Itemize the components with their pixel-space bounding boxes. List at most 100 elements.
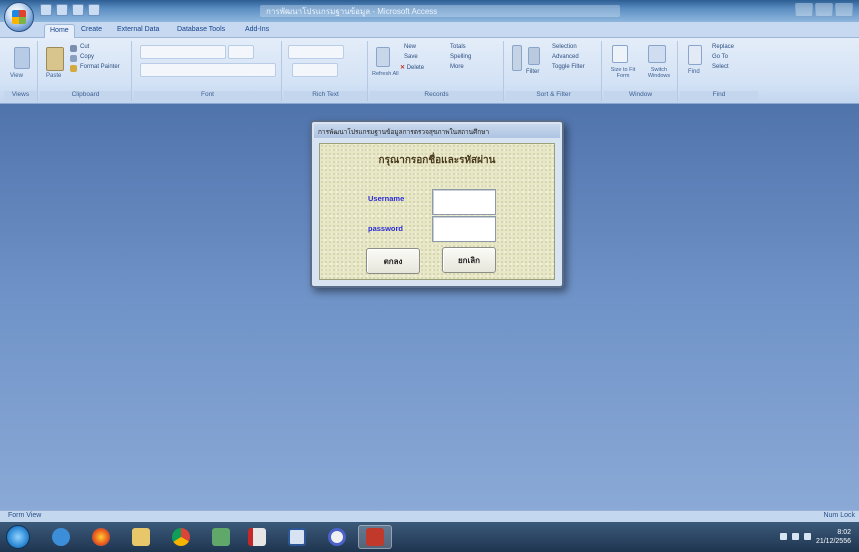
- pdf-icon: [248, 528, 266, 546]
- taskbar-ie[interactable]: [44, 525, 78, 549]
- spelling-button[interactable]: Spelling: [450, 54, 471, 60]
- taskbar-explorer[interactable]: [124, 525, 158, 549]
- group-label-window: Window: [604, 91, 677, 101]
- office-button[interactable]: [4, 2, 34, 32]
- delete-record-button[interactable]: ✕ Delete: [400, 64, 424, 71]
- login-dialog: การพัฒนาโปรแกรมฐานข้อมูลการตรวจสุขภาพในส…: [310, 120, 564, 288]
- view-icon[interactable]: [14, 47, 30, 69]
- filter-label[interactable]: Filter: [526, 69, 539, 75]
- close-button[interactable]: [835, 3, 853, 17]
- group-label-views: Views: [4, 91, 37, 101]
- taskbar-network[interactable]: [320, 525, 354, 549]
- more-button[interactable]: More: [450, 64, 464, 70]
- format-painter-label[interactable]: Format Painter: [80, 64, 120, 70]
- totals-button[interactable]: Totals: [450, 44, 466, 50]
- find-label[interactable]: Find: [688, 69, 700, 75]
- tab-external-data[interactable]: External Data: [112, 24, 164, 38]
- replace-button[interactable]: Replace: [712, 44, 734, 50]
- clock[interactable]: 8:02 21/12/2556: [816, 528, 851, 546]
- volume-icon[interactable]: [792, 533, 799, 540]
- minimize-button[interactable]: [795, 3, 813, 17]
- switch-windows-icon[interactable]: [648, 45, 666, 63]
- tab-create[interactable]: Create: [76, 24, 107, 38]
- size-to-fit-label[interactable]: Size to Fit Form: [606, 67, 640, 79]
- password-label: password: [368, 224, 404, 233]
- delete-label: Delete: [406, 65, 425, 71]
- sort-icon[interactable]: [512, 45, 522, 71]
- customize-qat-icon[interactable]: [88, 4, 100, 16]
- font-format-toolbar[interactable]: [140, 63, 276, 77]
- undo-icon[interactable]: [56, 4, 68, 16]
- dialog-title: การพัฒนาโปรแกรมฐานข้อมูลการตรวจสุขภาพในส…: [314, 124, 560, 138]
- tab-database-tools[interactable]: Database Tools: [172, 24, 230, 38]
- goto-button[interactable]: Go To: [712, 54, 728, 60]
- toggle-filter-button[interactable]: Toggle Filter: [552, 64, 585, 70]
- new-record-button[interactable]: New: [404, 44, 416, 50]
- clock-time: 8:02: [837, 529, 851, 536]
- group-clipboard: Paste Cut Copy Format Painter Clipboard: [40, 41, 132, 101]
- font-name-select[interactable]: [140, 45, 226, 59]
- taskbar-access[interactable]: [358, 525, 392, 549]
- redo-icon[interactable]: [72, 4, 84, 16]
- status-left: Form View: [8, 512, 42, 519]
- paragraph-toolbar[interactable]: [288, 45, 344, 59]
- taskbar-app-grid[interactable]: [204, 525, 238, 549]
- ok-button[interactable]: ตกลง: [366, 248, 420, 274]
- select-button[interactable]: Select: [712, 64, 729, 70]
- group-label-rich-text: Rich Text: [284, 91, 367, 101]
- window-title: การพัฒนาโปรแกรมฐานข้อมูล - Microsoft Acc…: [260, 5, 620, 17]
- username-field[interactable]: [432, 189, 496, 215]
- taskbar-word[interactable]: [280, 525, 314, 549]
- group-views: View Views: [4, 41, 38, 101]
- tab-home[interactable]: Home: [44, 24, 75, 38]
- refresh-all-label[interactable]: Refresh All: [372, 71, 399, 77]
- paste-label[interactable]: Paste: [46, 73, 61, 79]
- status-right: Num Lock: [823, 512, 855, 519]
- taskbar-chrome[interactable]: [164, 525, 198, 549]
- ok-button-label: ตกลง: [383, 256, 403, 266]
- paste-icon[interactable]: [46, 47, 64, 71]
- cancel-button-label: ยกเลิก: [457, 255, 480, 265]
- taskbar-firefox[interactable]: [84, 525, 118, 549]
- start-button[interactable]: [6, 525, 30, 549]
- find-icon[interactable]: [688, 45, 702, 65]
- group-label-clipboard: Clipboard: [40, 91, 131, 101]
- save-record-button[interactable]: Save: [404, 54, 418, 60]
- group-find: Find Replace Go To Select Find: [680, 41, 758, 101]
- group-label-find: Find: [680, 91, 758, 101]
- view-label[interactable]: View: [10, 73, 23, 79]
- tab-add-ins[interactable]: Add-Ins: [240, 24, 274, 38]
- font-size-select[interactable]: [228, 45, 254, 59]
- dialog-heading: กรุณากรอกชื่อและรหัสผ่าน: [378, 155, 496, 166]
- advanced-button[interactable]: Advanced: [552, 54, 579, 60]
- title-bar: การพัฒนาโปรแกรมฐานข้อมูล - Microsoft Acc…: [0, 0, 859, 32]
- size-to-fit-icon[interactable]: [612, 45, 628, 63]
- format-painter-icon[interactable]: [70, 65, 77, 72]
- filter-icon[interactable]: [528, 47, 540, 65]
- selection-button[interactable]: Selection: [552, 44, 577, 50]
- group-rich-text: Rich Text: [284, 41, 368, 101]
- refresh-all-icon[interactable]: [376, 47, 390, 67]
- delete-icon: ✕: [400, 65, 406, 71]
- group-label-font: Font: [134, 91, 281, 101]
- cut-label[interactable]: Cut: [80, 44, 89, 50]
- taskbar-pdf[interactable]: [240, 525, 274, 549]
- switch-windows-label[interactable]: Switch Windows: [642, 67, 676, 79]
- copy-icon[interactable]: [70, 55, 77, 62]
- network-icon: [328, 528, 346, 546]
- window-controls: [795, 3, 853, 17]
- password-field[interactable]: [432, 216, 496, 242]
- group-window: Size to Fit Form Switch Windows Window: [604, 41, 678, 101]
- cancel-button[interactable]: ยกเลิก: [442, 247, 496, 273]
- chrome-icon: [172, 528, 190, 546]
- ribbon: View Views Paste Cut Copy Format Painter…: [0, 38, 859, 104]
- save-icon[interactable]: [40, 4, 52, 16]
- list-toolbar[interactable]: [292, 63, 338, 77]
- cut-icon[interactable]: [70, 45, 77, 52]
- system-tray: [780, 533, 811, 540]
- battery-icon[interactable]: [804, 533, 811, 540]
- copy-label[interactable]: Copy: [80, 54, 94, 60]
- flag-icon[interactable]: [780, 533, 787, 540]
- maximize-button[interactable]: [815, 3, 833, 17]
- taskbar: 8:02 21/12/2556: [0, 522, 859, 552]
